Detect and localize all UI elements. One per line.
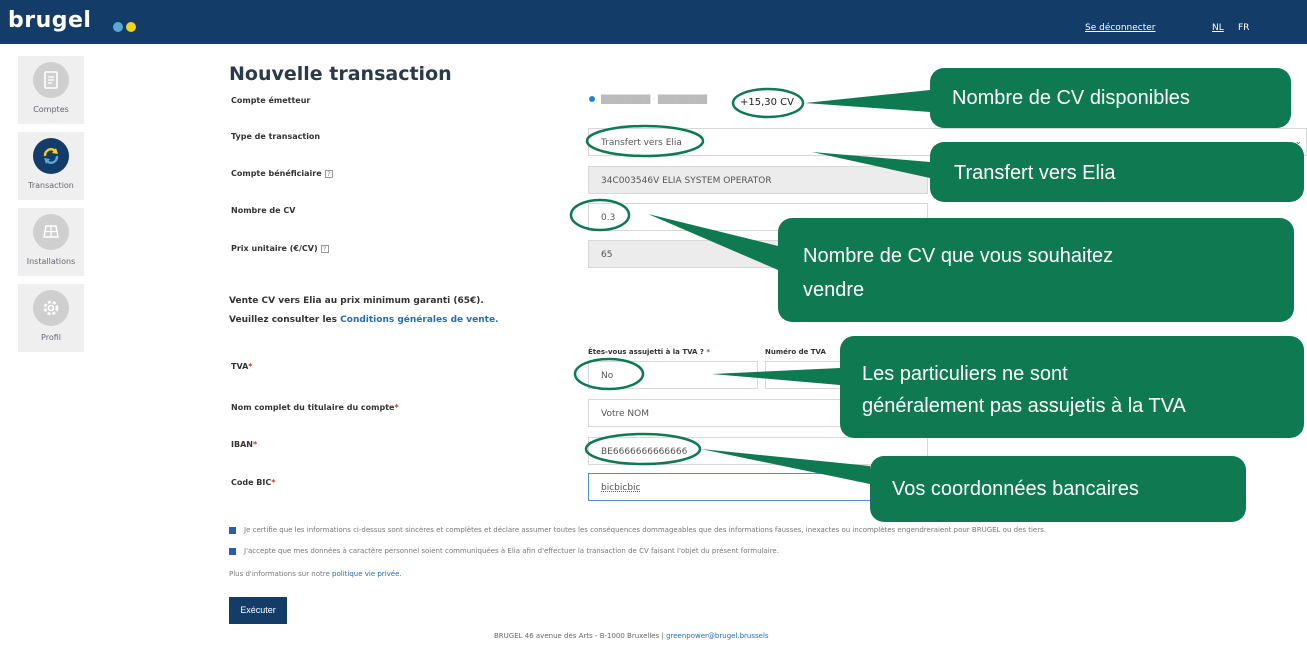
callout-pointer xyxy=(812,152,930,178)
callout-pointer xyxy=(648,214,778,270)
callout-cv-disponibles: Nombre de CV disponibles xyxy=(952,87,1190,109)
highlight-ellipse xyxy=(731,87,805,119)
callout-coordonnees: Vos coordonnées bancaires xyxy=(892,478,1139,500)
highlight-ellipse xyxy=(585,124,705,158)
callout-nombre-cv-line2: vendre xyxy=(803,279,865,301)
callout-pointer xyxy=(701,449,870,484)
callout-pointer xyxy=(805,90,930,112)
highlight-ellipse xyxy=(573,357,645,391)
callout-pointer xyxy=(712,368,840,385)
callout-tva-line2: généralement pas assujetis à la TVA xyxy=(862,395,1186,417)
callout-box xyxy=(840,336,1304,438)
callout-tva-line1: Les particuliers ne sont xyxy=(862,363,1068,385)
highlight-ellipse xyxy=(569,198,631,232)
callout-nombre-cv-line1: Nombre de CV que vous souhaitez xyxy=(803,245,1114,267)
highlight-ellipse xyxy=(584,432,702,466)
callout-transfert-elia: Transfert vers Elia xyxy=(954,162,1116,184)
callout-box xyxy=(778,218,1294,322)
